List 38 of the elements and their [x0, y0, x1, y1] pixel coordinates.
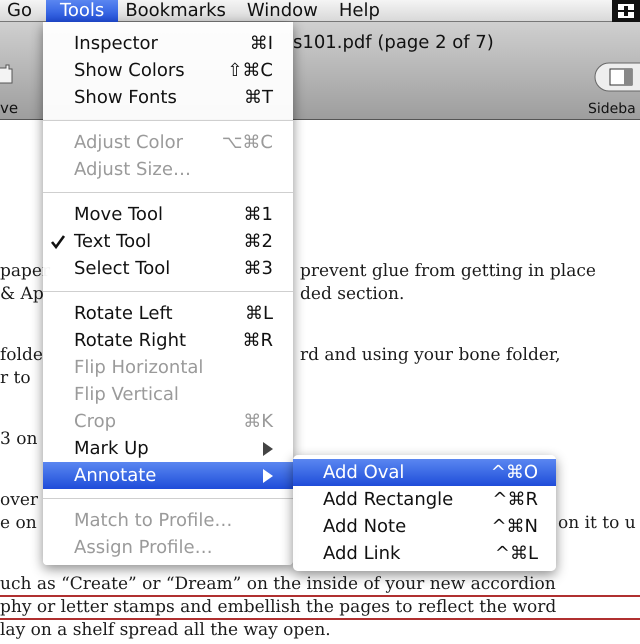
document-text: rd and using your bone folder, [300, 345, 561, 365]
sidebar-button-icon[interactable] [594, 62, 640, 92]
document-text: prevent glue from getting in place [300, 261, 596, 281]
menu-item[interactable]: Add Oval ^⌘O [293, 459, 556, 486]
document-text: 3 on [0, 429, 38, 449]
menu-item[interactable]: Rotate Right ⌘R [43, 327, 293, 354]
document-text: r to [0, 368, 31, 388]
submenu-arrow-icon [263, 468, 273, 482]
document-text: over [0, 490, 38, 510]
menu-item[interactable]: Text Tool ⌘2 [43, 228, 293, 255]
document-text: e on [0, 513, 37, 533]
toolbar-label: ve [0, 98, 18, 118]
document-text: lay on a shelf spread all the way open. [0, 620, 331, 640]
menu-item[interactable]: Rotate Left ⌘L [43, 300, 293, 327]
menu-item[interactable]: Annotate [43, 462, 293, 489]
menu-bar-item[interactable]: Go [0, 0, 39, 22]
window-title: s101.pdf (page 2 of 7) [293, 31, 494, 55]
document-text: phy or letter stamps and embellish the pages to reflect the word [0, 597, 556, 617]
menu-item[interactable]: Add Note ^⌘N [293, 513, 556, 540]
menu-bar-item[interactable]: Bookmarks [118, 0, 233, 22]
menu-item[interactable]: Mark Up [43, 435, 293, 462]
menu-bar-item[interactable]: Window [240, 0, 325, 22]
menu-item[interactable]: Add Link ^⌘L [293, 540, 556, 567]
menu-item[interactable]: Show Fonts ⌘T [43, 84, 293, 111]
menu-item[interactable]: Inspector ⌘I [43, 30, 293, 57]
menu-bar-item[interactable]: Tools [46, 0, 118, 22]
document-text: on it to u [558, 513, 636, 533]
menu-item[interactable]: Add Rectangle ^⌘R [293, 486, 556, 513]
submenu-arrow-icon [263, 442, 273, 456]
document-text: paper [0, 261, 50, 281]
toolbar-label: Sideba [588, 100, 636, 119]
document-text: & Ap [0, 284, 44, 304]
document-text: folde [0, 345, 43, 365]
menu-bar-item[interactable]: Help [332, 0, 387, 22]
document-text: ded section. [300, 284, 404, 304]
document-text: uch as “Create” or “Dream” on the inside of your new accordion [0, 574, 556, 594]
menu-item[interactable]: Move Tool ⌘1 [43, 201, 293, 228]
menu-item[interactable]: Show Colors ⇧⌘C [43, 57, 293, 84]
